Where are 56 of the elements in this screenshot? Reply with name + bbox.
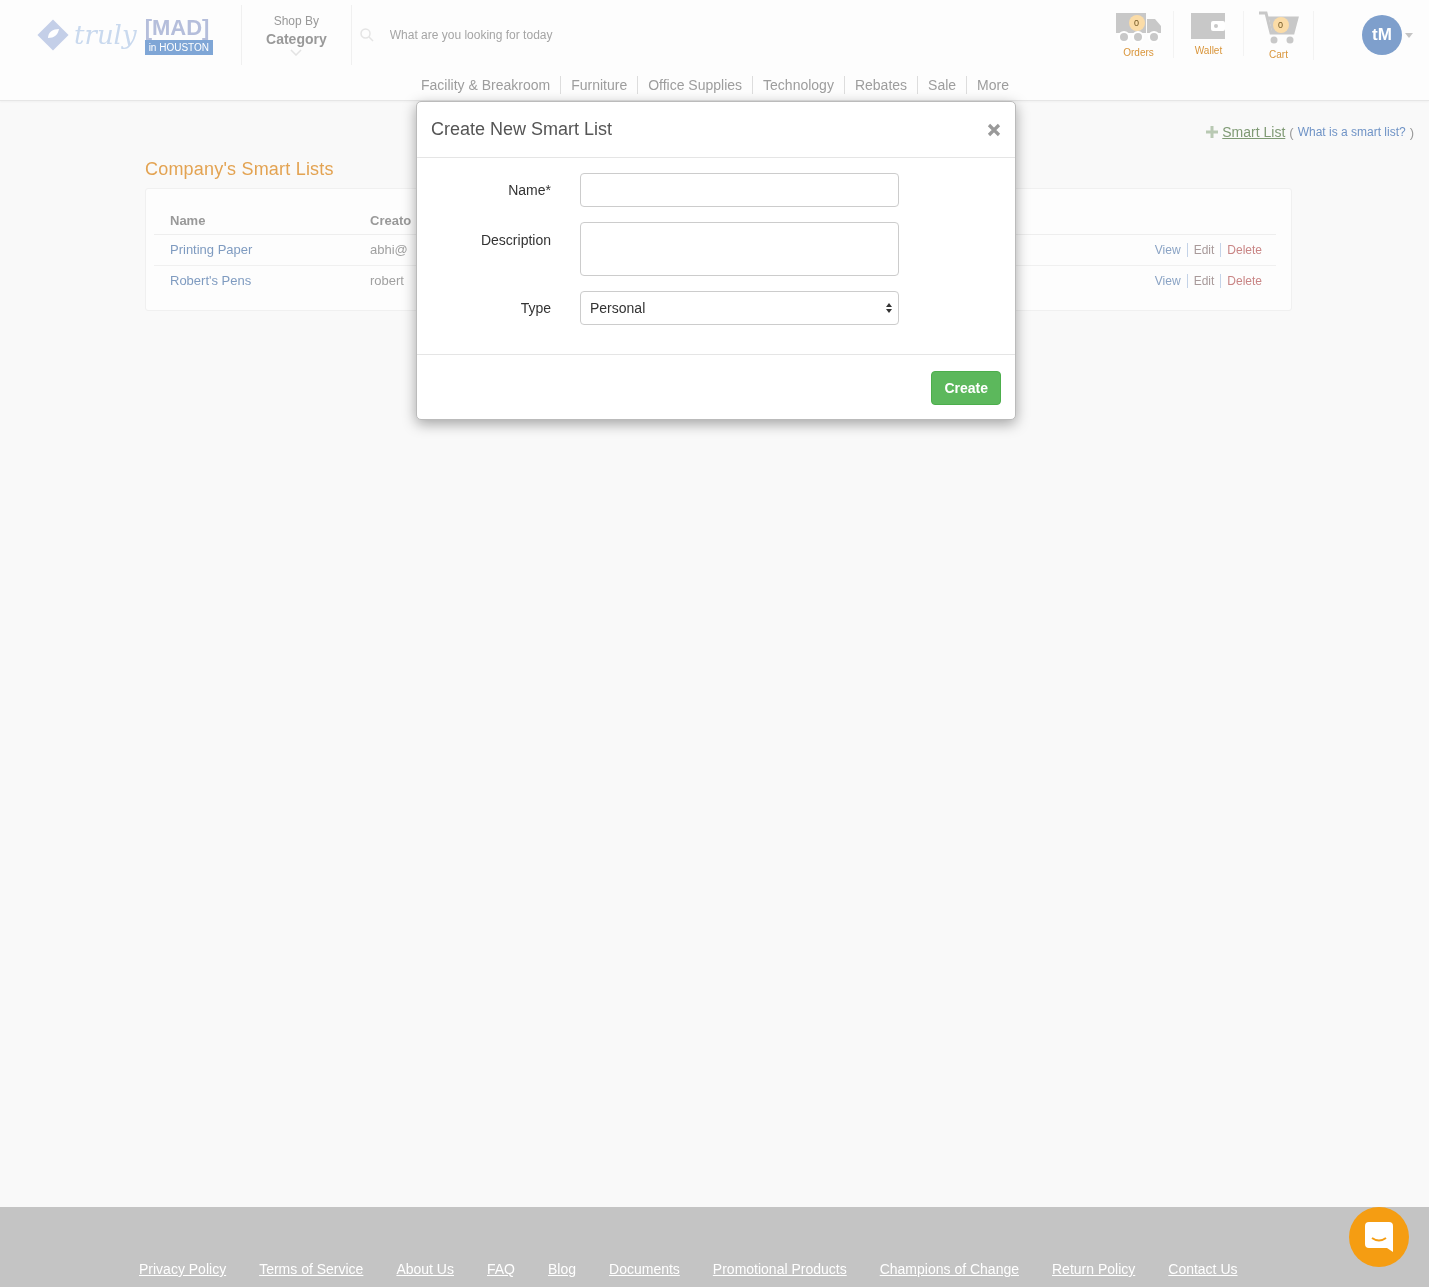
wallet-button[interactable]: Wallet — [1174, 10, 1244, 56]
footer-link[interactable]: Documents — [609, 1261, 680, 1277]
add-smart-list-link[interactable]: Smart List — [1222, 124, 1286, 140]
row-action-link[interactable]: View — [1148, 242, 1187, 257]
row-action-link[interactable]: View — [1148, 273, 1187, 288]
row-action-link[interactable]: Delete — [1220, 242, 1268, 257]
nav-link[interactable]: Rebates — [843, 76, 918, 94]
description-field[interactable] — [580, 222, 899, 276]
section-title: Company's Smart Lists — [145, 159, 335, 180]
wallet-icon — [1190, 10, 1227, 41]
row-action-link[interactable]: Edit — [1186, 273, 1221, 288]
column-header: Name — [154, 205, 354, 235]
footer-link[interactable]: Contact Us — [1168, 1261, 1238, 1277]
parenthesis-text: ) — [1409, 124, 1414, 140]
dialog-title: Create New Smart List — [431, 119, 613, 140]
plus-icon — [1206, 126, 1219, 138]
row-action-link[interactable]: Delete — [1220, 273, 1268, 288]
footer-link[interactable]: About Us — [396, 1261, 454, 1277]
close-button[interactable] — [987, 122, 1001, 137]
footer-link[interactable]: Privacy Policy — [139, 1261, 227, 1277]
up-down-arrows-icon — [886, 302, 892, 314]
chevron-down-icon — [290, 49, 303, 56]
close-icon — [987, 122, 1001, 137]
nav-link[interactable]: Furniture — [560, 76, 638, 94]
footer-link[interactable]: Terms of Service — [259, 1261, 364, 1277]
nav-link[interactable]: Technology — [752, 76, 844, 94]
field-label: Name* — [507, 182, 551, 198]
field-label: Type — [519, 300, 551, 316]
list-name-link[interactable]: Robert's Pens — [154, 265, 354, 296]
parenthesis-text: ( — [1289, 124, 1294, 140]
search-icon — [359, 28, 374, 42]
cart-button[interactable]: 0 Cart — [1244, 10, 1314, 60]
footer-link[interactable]: FAQ — [487, 1261, 515, 1277]
create-button[interactable]: Create — [931, 371, 1001, 405]
name-field[interactable] — [580, 173, 899, 207]
nav-link[interactable]: Sale — [917, 76, 967, 94]
footer-link[interactable]: Promotional Products — [712, 1261, 847, 1277]
truck-button[interactable]: 0 Orders — [1104, 10, 1174, 58]
category-menu-link[interactable]: Category — [266, 31, 327, 47]
search-field[interactable]: What are you looking for today — [387, 27, 692, 43]
caret-icon — [1405, 32, 1413, 38]
logo-tag-text: in HOUSTON — [144, 39, 214, 55]
smart-list-help-link[interactable]: What is a smart list? — [1297, 125, 1406, 139]
footer-link[interactable]: Return Policy — [1052, 1261, 1136, 1277]
shop-by-label: Shop By — [273, 14, 320, 28]
type-dropdown[interactable]: Personal — [580, 291, 899, 325]
list-name-link[interactable]: Printing Paper — [154, 234, 354, 266]
row-action-link[interactable]: Edit — [1186, 242, 1221, 257]
chat-bubble-icon — [1365, 1222, 1393, 1252]
nav-link[interactable]: Office Supplies — [637, 76, 753, 94]
user-avatar[interactable]: tM — [1362, 15, 1402, 55]
footer-link[interactable]: Blog — [548, 1261, 577, 1277]
logo-mark-text: [MAD] — [144, 15, 211, 40]
nav-link[interactable]: Facility & Breakroom — [411, 76, 561, 94]
nav-link[interactable]: More — [966, 76, 1019, 94]
footer-link[interactable]: Champions of Change — [879, 1261, 1019, 1277]
